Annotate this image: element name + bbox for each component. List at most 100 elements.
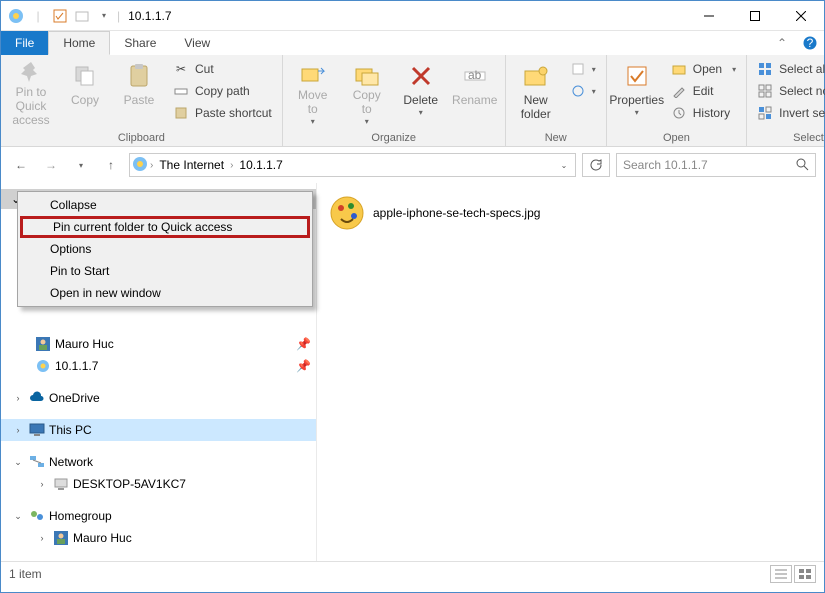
ribbon-tabs: File Home Share View ⌃ ?	[1, 31, 824, 55]
tab-view[interactable]: View	[170, 31, 224, 55]
copy-button[interactable]: Copy	[59, 58, 111, 126]
ctx-pin-current-folder[interactable]: Pin current folder to Quick access	[20, 216, 310, 238]
group-label: Open	[611, 130, 742, 146]
chevron-right-icon[interactable]: ›	[150, 160, 153, 171]
properties-button[interactable]: Properties▾	[611, 58, 663, 126]
address-bar[interactable]: › The Internet › 10.1.1.7 ⌄	[129, 153, 576, 177]
monitor-icon	[29, 422, 45, 438]
svg-text:?: ?	[807, 36, 814, 50]
tab-share[interactable]: Share	[110, 31, 170, 55]
pin-icon: 📌	[296, 337, 310, 351]
app-icon	[7, 7, 25, 25]
monitor-icon	[53, 476, 69, 492]
svg-text:ab: ab	[468, 68, 482, 82]
tab-file[interactable]: File	[1, 31, 48, 55]
invert-selection-button[interactable]: Invert selection	[751, 102, 825, 124]
nav-back-button[interactable]: ←	[9, 153, 33, 177]
qat-newfolder-icon[interactable]	[73, 7, 91, 25]
nav-context-menu: Collapse Pin current folder to Quick acc…	[17, 191, 313, 307]
paste-shortcut-button[interactable]: Paste shortcut	[167, 102, 278, 124]
view-details-button[interactable]	[770, 565, 792, 583]
open-icon	[671, 61, 687, 77]
nav-network[interactable]: ⌄ Network	[1, 451, 316, 473]
invert-icon	[757, 105, 773, 121]
nav-up-button[interactable]: ↑	[99, 153, 123, 177]
delete-button[interactable]: Delete▾	[395, 58, 447, 126]
group-label: New	[510, 130, 602, 146]
nav-forward-button[interactable]: →	[39, 153, 63, 177]
qat-customize-dropdown[interactable]: ▾	[95, 7, 113, 25]
ctx-pin-to-start[interactable]: Pin to Start	[20, 260, 310, 282]
ribbon-group-select: Select all Select none Invert selection …	[747, 55, 825, 146]
select-all-icon	[757, 61, 773, 77]
item-count: 1 item	[9, 567, 42, 581]
paste-button[interactable]: Paste	[113, 58, 165, 126]
collapse-ribbon-button[interactable]: ⌃	[768, 31, 796, 55]
breadcrumb-root[interactable]: The Internet	[155, 158, 228, 172]
new-item-icon	[570, 61, 586, 77]
ctx-open-new-window[interactable]: Open in new window	[20, 282, 310, 304]
ribbon-group-clipboard: Pin to Quick access Copy Paste ✂Cut Copy…	[1, 55, 283, 146]
open-button[interactable]: Open▾	[665, 58, 742, 80]
nav-network-computer[interactable]: › DESKTOP-5AV1KC7	[1, 473, 316, 495]
content-pane[interactable]: apple-iphone-se-tech-specs.jpg	[317, 183, 824, 561]
file-item[interactable]: apple-iphone-se-tech-specs.jpg	[329, 195, 812, 231]
new-item-button[interactable]: ▾	[564, 58, 602, 80]
user-icon	[35, 336, 51, 352]
chevron-right-icon: ›	[11, 393, 25, 403]
nav-qa-item[interactable]: Mauro Huc 📌	[1, 333, 316, 355]
breadcrumb-leaf[interactable]: 10.1.1.7	[235, 158, 286, 172]
copy-path-button[interactable]: Copy path	[167, 80, 278, 102]
path-icon	[173, 83, 189, 99]
select-none-button[interactable]: Select none	[751, 80, 825, 102]
copy-to-icon	[351, 60, 383, 87]
button-label: Copy	[71, 94, 99, 108]
window-title: 10.1.1.7	[120, 9, 686, 23]
chevron-right-icon: ›	[35, 533, 49, 543]
user-icon	[53, 530, 69, 546]
nav-onedrive[interactable]: › OneDrive	[1, 387, 316, 409]
address-dropdown[interactable]: ⌄	[555, 161, 573, 170]
group-label: Select	[751, 130, 825, 146]
select-all-button[interactable]: Select all	[751, 58, 825, 80]
maximize-button[interactable]	[732, 1, 778, 30]
refresh-button[interactable]	[582, 153, 610, 177]
chevron-down-icon: ⌄	[11, 457, 25, 468]
cut-button[interactable]: ✂Cut	[167, 58, 278, 80]
close-button[interactable]	[778, 1, 824, 30]
divider-icon: |	[29, 7, 47, 25]
chevron-down-icon: ⌄	[11, 511, 25, 522]
shortcut-icon	[173, 105, 189, 121]
qat-properties-icon[interactable]	[51, 7, 69, 25]
move-to-button[interactable]: Move to▾	[287, 58, 339, 126]
address-row: ← → ▾ ↑ › The Internet › 10.1.1.7 ⌄ Sear…	[1, 147, 824, 183]
tab-home[interactable]: Home	[48, 31, 110, 55]
ctx-options[interactable]: Options	[20, 238, 310, 260]
network-location-icon	[35, 358, 51, 374]
rename-button[interactable]: ab Rename	[449, 58, 501, 126]
pin-to-quick-access-button[interactable]: Pin to Quick access	[5, 58, 57, 126]
minimize-button[interactable]	[686, 1, 732, 30]
history-button[interactable]: History	[665, 102, 742, 124]
chevron-right-icon: ›	[35, 479, 49, 489]
group-label: Organize	[287, 130, 501, 146]
nav-homegroup-user[interactable]: › Mauro Huc	[1, 527, 316, 549]
nav-homegroup[interactable]: ⌄ Homegroup	[1, 505, 316, 527]
copy-to-button[interactable]: Copy to▾	[341, 58, 393, 126]
edit-button[interactable]: Edit	[665, 80, 742, 102]
ctx-collapse[interactable]: Collapse	[20, 194, 310, 216]
paste-icon	[123, 60, 155, 92]
nav-recent-dropdown[interactable]: ▾	[69, 153, 93, 177]
search-input[interactable]: Search 10.1.1.7	[616, 153, 816, 177]
easy-access-button[interactable]: ▾	[564, 80, 602, 102]
chevron-right-icon[interactable]: ›	[230, 160, 233, 171]
new-folder-button[interactable]: New folder	[510, 58, 562, 126]
view-large-icons-button[interactable]	[794, 565, 816, 583]
chevron-right-icon: ›	[11, 425, 25, 435]
nav-this-pc[interactable]: › This PC	[1, 419, 316, 441]
ribbon-group-open: Properties▾ Open▾ Edit History Open	[607, 55, 747, 146]
window-controls	[686, 1, 824, 30]
help-button[interactable]: ?	[796, 31, 824, 55]
navigation-pane[interactable]: ⌄ ★ Quick access Collapse Pin current fo…	[1, 183, 317, 561]
nav-qa-item[interactable]: 10.1.1.7 📌	[1, 355, 316, 377]
